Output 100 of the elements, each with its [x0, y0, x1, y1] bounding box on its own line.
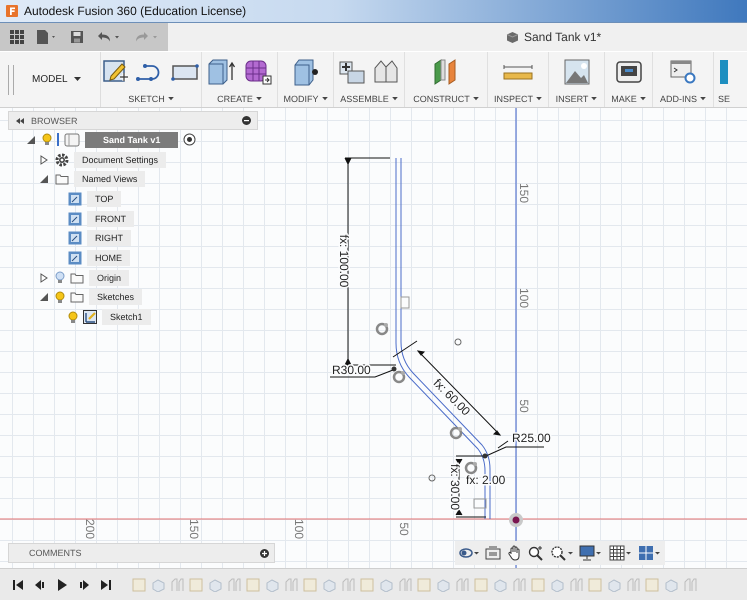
look-at-icon[interactable] — [485, 546, 502, 560]
play-icon[interactable] — [56, 578, 68, 590]
radio-target-icon[interactable] — [183, 133, 196, 146]
axis-label: 100 — [517, 288, 531, 308]
toolbar-icon[interactable] — [718, 58, 728, 86]
folder-icon — [55, 173, 69, 186]
save-icon[interactable] — [70, 30, 84, 44]
dimension-label[interactable]: R30.00 — [332, 363, 371, 377]
browser-item[interactable]: RIGHT — [87, 230, 131, 246]
named-view-icon — [68, 192, 82, 206]
caret-icon — [168, 97, 174, 101]
undo-icon[interactable] — [96, 30, 122, 44]
ribbon-group-dropdown[interactable]: MODIFY — [284, 94, 328, 104]
expand-arrow-icon[interactable] — [39, 292, 49, 302]
sketch-pencil-icon[interactable] — [103, 59, 129, 85]
zoom-icon[interactable] — [528, 545, 544, 561]
add-comment-icon[interactable] — [260, 548, 269, 558]
browser-item[interactable]: Named Views — [74, 171, 146, 188]
ribbon-group-dropdown[interactable]: CONSTRUCT — [413, 94, 479, 104]
axis-label: 200 — [83, 518, 97, 540]
named-view-icon — [68, 231, 82, 246]
skip-to-end-icon[interactable] — [100, 578, 112, 590]
component-icon — [64, 132, 80, 147]
browser-item[interactable]: Sketches — [89, 289, 142, 306]
sketch-point[interactable] — [482, 454, 488, 458]
expand-arrow-icon[interactable] — [39, 272, 49, 283]
ribbon-group-dropdown[interactable]: ASSEMBLE — [340, 94, 398, 104]
browser-title: BROWSER — [31, 116, 79, 126]
tangent-constraint-icon[interactable] — [392, 370, 406, 384]
sketch-point[interactable] — [392, 366, 396, 372]
settings-icon — [55, 152, 69, 167]
sketch-point[interactable] — [428, 474, 436, 482]
origin-point[interactable] — [509, 513, 523, 527]
collapse-panel-icon[interactable] — [15, 116, 25, 124]
app-grid-icon[interactable] — [10, 30, 24, 44]
tangent-constraint-icon[interactable] — [376, 322, 388, 336]
expand-arrow-icon[interactable] — [39, 174, 49, 184]
sketch-icon — [83, 310, 97, 324]
display-settings-icon[interactable] — [579, 545, 604, 561]
ribbon-group-dropdown[interactable]: INSERT — [556, 94, 598, 104]
ribbon-group-dropdown[interactable]: MAKE — [611, 94, 646, 104]
axis-label: 150 — [187, 518, 201, 540]
caret-icon — [536, 97, 542, 101]
browser-item[interactable]: Sketch1 — [102, 309, 151, 326]
axis-label: 150 — [517, 182, 531, 204]
lightbulb-icon[interactable] — [42, 133, 52, 146]
caret-icon — [472, 97, 479, 101]
viewports-icon[interactable] — [638, 545, 662, 561]
ribbon-group-dropdown[interactable]: SE — [718, 94, 730, 104]
caret-icon — [640, 97, 646, 101]
browser-item[interactable]: Document Settings — [74, 152, 166, 168]
image-icon[interactable] — [562, 58, 590, 86]
ribbon-group-dropdown[interactable]: INSPECT — [494, 94, 542, 104]
sketch-point[interactable] — [454, 338, 462, 346]
step-forward-icon[interactable] — [78, 578, 90, 590]
ribbon-grip-icon[interactable] — [8, 64, 14, 94]
constraint-icon[interactable] — [400, 296, 410, 308]
comments-title: COMMENTS — [29, 548, 82, 558]
axis-label: 50 — [517, 399, 531, 413]
grid-cube-icon[interactable] — [242, 58, 272, 86]
extrude-box-icon[interactable] — [206, 58, 236, 86]
app-logo-icon — [6, 5, 18, 17]
skip-to-start-icon[interactable] — [12, 578, 24, 590]
caret-icon — [591, 97, 598, 101]
workspace-dropdown[interactable]: MODEL — [30, 72, 83, 87]
dimension-label[interactable]: fx: 100.00 — [337, 234, 351, 288]
browser-item[interactable]: HOME — [87, 250, 130, 266]
tangent-constraint-icon[interactable] — [464, 462, 478, 474]
window-title: Autodesk Fusion 360 (Education License) — [24, 4, 246, 18]
caret-icon — [256, 97, 262, 101]
dimension-label[interactable]: fx: 30.00 — [448, 464, 462, 510]
axis-label: 50 — [397, 522, 411, 536]
step-back-icon[interactable] — [34, 578, 46, 590]
lightbulb-icon[interactable] — [55, 290, 65, 304]
script-gear-icon[interactable] — [669, 58, 697, 86]
grid-settings-icon[interactable] — [608, 545, 633, 561]
ribbon-group-dropdown[interactable]: ADD-INS — [660, 94, 706, 104]
expand-arrow-icon[interactable] — [26, 134, 36, 145]
axis-label: 100 — [292, 518, 306, 540]
caret-icon — [392, 97, 398, 101]
browser-item[interactable]: TOP — [87, 190, 122, 207]
lightbulb-icon[interactable] — [55, 271, 65, 284]
browser-item[interactable]: Origin — [89, 270, 130, 286]
browser-item[interactable]: FRONT — [87, 210, 134, 227]
folder-icon — [70, 291, 84, 304]
pin-icon[interactable] — [242, 116, 251, 125]
cube-icon — [506, 30, 519, 44]
tangent-constraint-icon[interactable] — [450, 426, 462, 440]
box-icon[interactable] — [292, 58, 320, 86]
expand-arrow-icon[interactable] — [39, 154, 49, 165]
ribbon-group-dropdown[interactable]: SKETCH — [128, 94, 174, 104]
zoom-window-icon[interactable] — [550, 545, 574, 561]
constraint-icon[interactable] — [474, 498, 486, 508]
ribbon-group-dropdown[interactable]: CREATE — [217, 94, 262, 104]
document-tab[interactable]: Sand Tank v1* — [506, 23, 602, 51]
file-icon[interactable] — [36, 29, 58, 45]
caret-icon — [322, 97, 328, 101]
folder-icon — [70, 272, 84, 284]
lightbulb-icon[interactable] — [68, 310, 78, 324]
browser-item[interactable]: Sand Tank v1 — [85, 132, 178, 148]
